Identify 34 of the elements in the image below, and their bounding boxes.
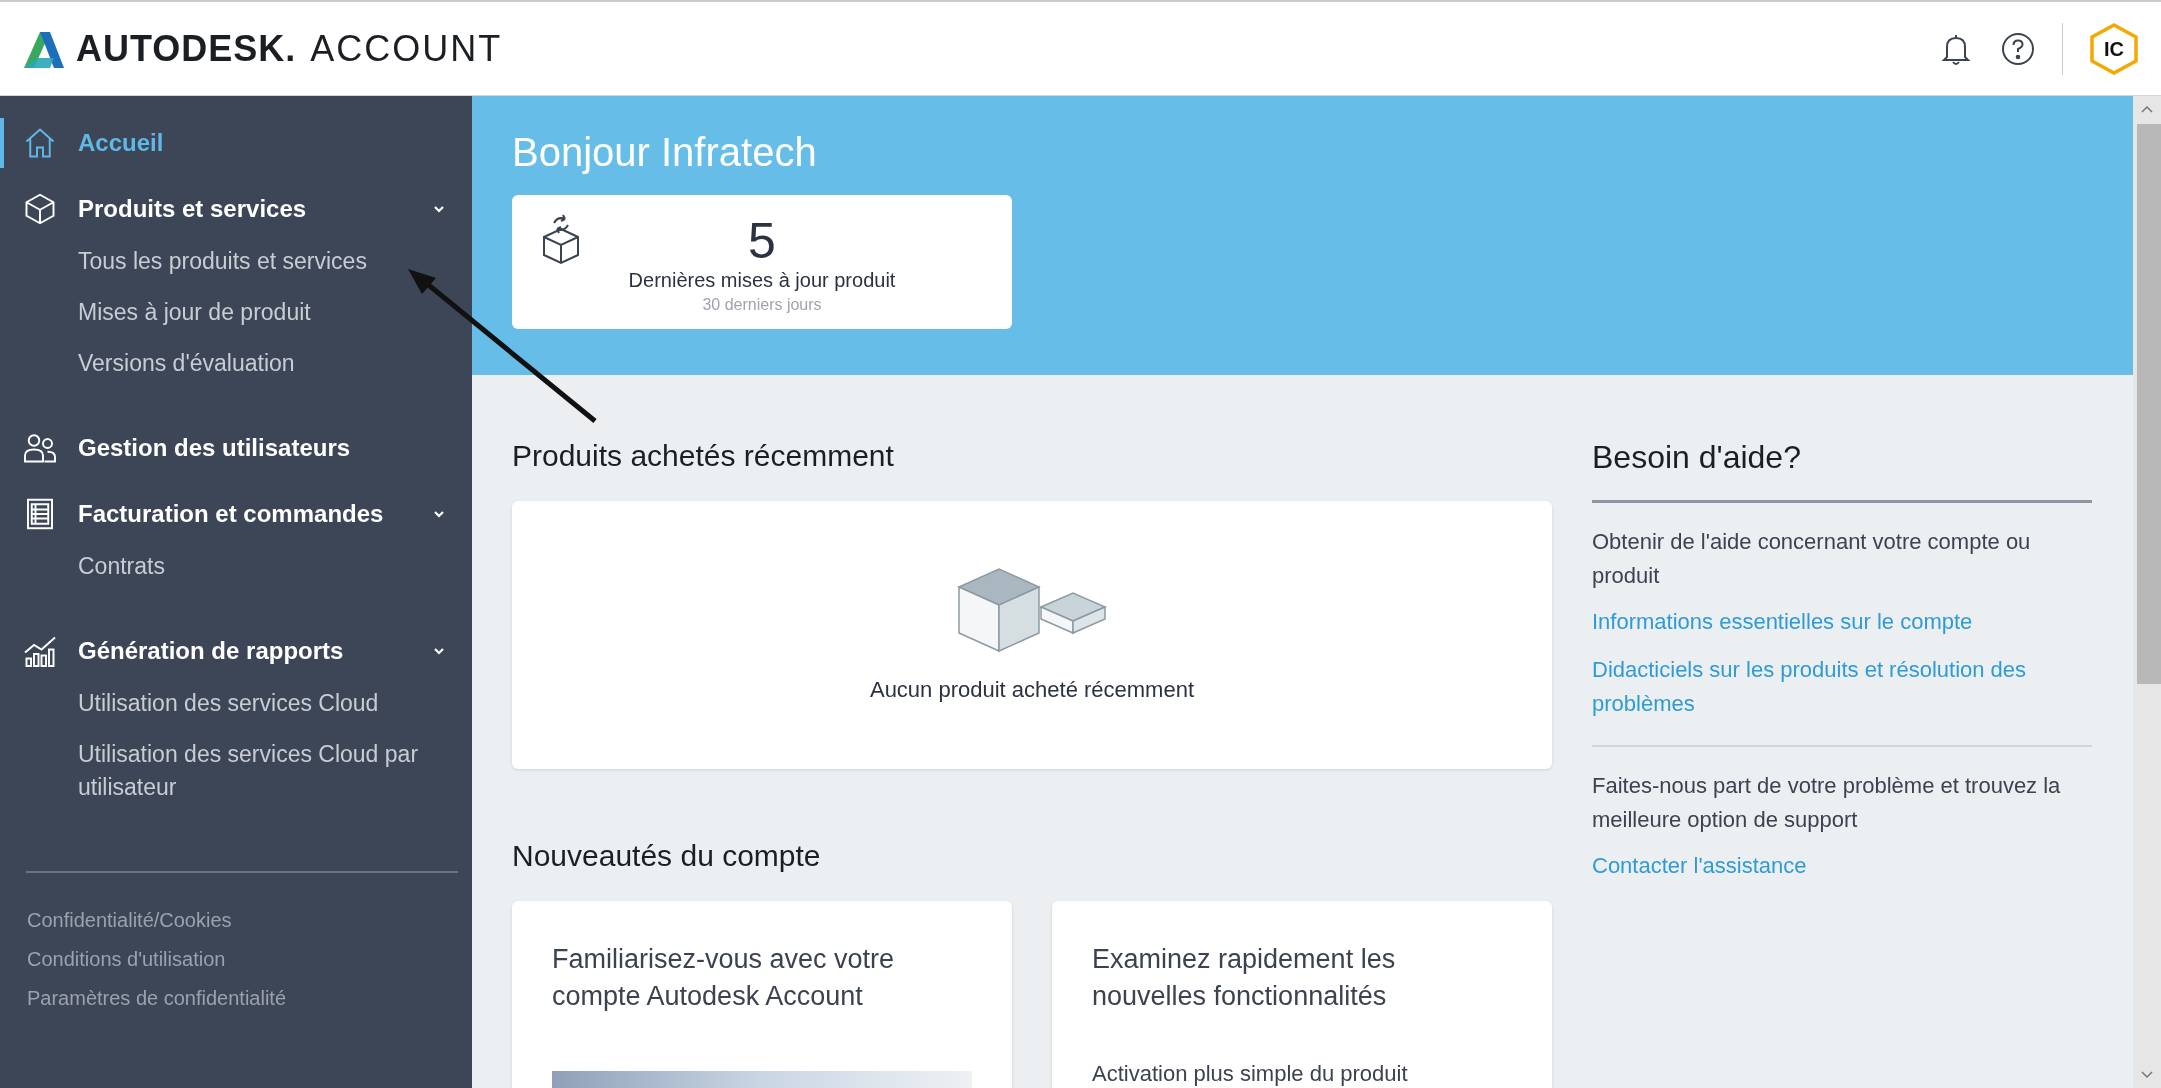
footer-link[interactable]: Confidentialité/Cookies: [0, 901, 472, 940]
updates-card[interactable]: 5 Dernières mises à jour produit 30 derniers jours: [512, 195, 1012, 329]
scrollbar[interactable]: [2133, 96, 2161, 1088]
nav-subitem[interactable]: Versions d'évaluation: [0, 338, 472, 389]
help-text: Obtenir de l'aide concernant votre compte ou produit: [1592, 528, 2032, 590]
help-icon[interactable]: [2000, 30, 2036, 67]
greeting-title: Bonjour Infratech: [512, 130, 818, 175]
nav-item[interactable]: Gestion des utilisateurs: [0, 423, 472, 473]
nav-item[interactable]: Facturation et commandes: [0, 489, 472, 539]
footer-link[interactable]: Paramètres de confidentialité: [0, 979, 472, 1018]
news-text: Activation plus simple du produit: [1092, 1061, 1409, 1087]
stat-label: Dernières mises à jour produit: [628, 269, 896, 292]
nav-subitem[interactable]: Mises à jour de produit: [0, 287, 472, 338]
brand-name: AUTODESK.: [76, 27, 297, 70]
empty-message: Aucun produit acheté récemment: [869, 677, 1195, 703]
nav-subitem[interactable]: Utilisation des services Cloud: [0, 678, 472, 729]
footer-link[interactable]: Conditions d'utilisation: [0, 940, 472, 979]
nav-subitem[interactable]: Tous les produits et services: [0, 236, 472, 287]
help-text: Faites-nous part de votre problème et trouvez la meilleure option de support: [1592, 772, 2062, 834]
avatar-badge[interactable]: IC: [2089, 22, 2139, 75]
news-card[interactable]: Familiarisez-vous avec votre compte Autodesk Account: [512, 901, 1012, 1088]
nav-item[interactable]: Produits et services: [0, 184, 472, 234]
news-card[interactable]: Examinez rapidement les nouvelles fonctionnalités Activation plus simple du produit: [1052, 901, 1552, 1088]
stat-period: 30 derniers jours: [702, 296, 822, 314]
nav-subitem[interactable]: Utilisation des services Cloud par utilisateur: [0, 729, 472, 813]
product-name: ACCOUNT: [310, 27, 503, 70]
help-title: Besoin d'aide?: [1592, 439, 2092, 503]
nav-item[interactable]: Génération de rapports: [0, 626, 472, 676]
news-title: Familiarisez-vous avec votre compte Autodesk Account: [552, 943, 896, 1013]
stat-value: 5: [748, 213, 776, 269]
section-title: Produits achetés récemment: [512, 439, 895, 473]
news-title: Examinez rapidement les nouvelles fonctionnalités: [1092, 943, 1397, 1013]
nav-subitem[interactable]: Contrats: [0, 541, 472, 592]
section-title: Nouveautés du compte: [512, 839, 822, 873]
